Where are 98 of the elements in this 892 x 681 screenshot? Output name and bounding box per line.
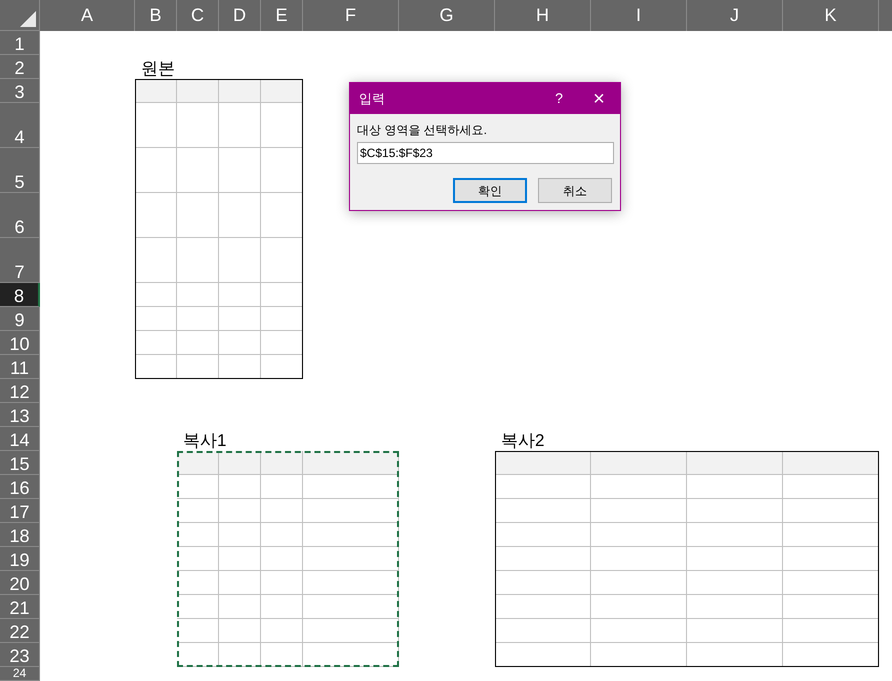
table-cell bbox=[219, 307, 261, 331]
table-cell bbox=[261, 523, 303, 547]
table-header-cell bbox=[177, 79, 219, 103]
row-header[interactable]: 12 bbox=[0, 379, 40, 403]
row-header[interactable]: 18 bbox=[0, 523, 40, 547]
table-cell bbox=[219, 103, 261, 148]
row-header[interactable]: 4 bbox=[0, 103, 40, 148]
table-header-cell bbox=[219, 79, 261, 103]
select-all-corner[interactable] bbox=[0, 0, 40, 31]
row-header[interactable]: 13 bbox=[0, 403, 40, 427]
row-header[interactable]: 6 bbox=[0, 193, 40, 238]
table-cell bbox=[219, 595, 261, 619]
table-header-cell bbox=[177, 451, 219, 475]
column-header[interactable]: C bbox=[177, 0, 219, 31]
range-input-field[interactable]: $C$15:$F$23 bbox=[357, 142, 614, 164]
table-cell bbox=[177, 475, 219, 499]
table-cell bbox=[177, 148, 219, 193]
row-header[interactable]: 16 bbox=[0, 475, 40, 499]
column-header[interactable]: E bbox=[261, 0, 303, 31]
table-cell bbox=[261, 595, 303, 619]
table-title: 복사2 bbox=[500, 431, 544, 451]
row-header[interactable]: 5 bbox=[0, 148, 40, 193]
column-header[interactable]: A bbox=[40, 0, 135, 31]
corner-triangle-icon bbox=[20, 11, 36, 27]
table-cell bbox=[135, 331, 177, 355]
table-cell bbox=[219, 571, 261, 595]
table-cell bbox=[135, 307, 177, 331]
table-cell bbox=[135, 148, 177, 193]
table-cell bbox=[177, 103, 219, 148]
table-cell bbox=[261, 547, 303, 571]
column-header[interactable]: G bbox=[399, 0, 495, 31]
table-cell bbox=[219, 499, 261, 523]
table-cell bbox=[219, 643, 261, 667]
table-cell bbox=[177, 307, 219, 331]
table-cell bbox=[177, 619, 219, 643]
row-header[interactable]: 24 bbox=[0, 667, 40, 681]
table-cell bbox=[135, 193, 177, 238]
table-cell bbox=[219, 283, 261, 307]
table-cell bbox=[177, 547, 219, 571]
row-header[interactable]: 2 bbox=[0, 55, 40, 79]
table-cell bbox=[177, 571, 219, 595]
dialog-button[interactable]: 확인 bbox=[453, 178, 527, 203]
dialog-title: 입력 bbox=[359, 90, 385, 108]
table-cell bbox=[135, 103, 177, 148]
table-cell bbox=[219, 523, 261, 547]
close-button[interactable]: × bbox=[584, 84, 614, 112]
table-cell bbox=[177, 283, 219, 307]
column-header[interactable]: J bbox=[687, 0, 783, 31]
column-header[interactable]: B bbox=[135, 0, 177, 31]
table-cell bbox=[219, 331, 261, 355]
row-header[interactable]: 14 bbox=[0, 427, 40, 451]
table-header-cell bbox=[219, 451, 261, 475]
table-header-cell bbox=[135, 79, 177, 103]
row-header[interactable]: 7 bbox=[0, 238, 40, 283]
table-header-cell bbox=[261, 451, 303, 475]
table-cell bbox=[177, 331, 219, 355]
table-cell bbox=[177, 193, 219, 238]
row-header[interactable]: 22 bbox=[0, 619, 40, 643]
table-cell bbox=[261, 475, 303, 499]
row-header[interactable]: 17 bbox=[0, 499, 40, 523]
table-cell bbox=[135, 283, 177, 307]
table-title: 복사1 bbox=[182, 431, 226, 451]
row-header[interactable]: 9 bbox=[0, 307, 40, 331]
table-header-cell bbox=[261, 79, 303, 103]
dialog-prompt: 대상 영역을 선택하세요. bbox=[357, 122, 488, 138]
column-header[interactable]: H bbox=[495, 0, 591, 31]
table-cell bbox=[219, 619, 261, 643]
table-cell bbox=[261, 619, 303, 643]
table-cell bbox=[261, 499, 303, 523]
table-cell bbox=[261, 571, 303, 595]
table-cell bbox=[177, 595, 219, 619]
help-button[interactable]: ? bbox=[544, 84, 574, 112]
table-cell bbox=[261, 643, 303, 667]
column-header[interactable]: K bbox=[783, 0, 879, 31]
row-header[interactable]: 23 bbox=[0, 643, 40, 667]
row-header[interactable]: 19 bbox=[0, 547, 40, 571]
table-title: 원본 bbox=[140, 59, 175, 79]
column-header[interactable]: D bbox=[219, 0, 261, 31]
table-cell bbox=[219, 148, 261, 193]
table-cell bbox=[219, 547, 261, 571]
table-cell bbox=[219, 193, 261, 238]
row-header[interactable]: 15 bbox=[0, 451, 40, 475]
row-header[interactable]: 8 bbox=[0, 283, 40, 307]
table-cell bbox=[135, 238, 177, 283]
dialog-button[interactable]: 취소 bbox=[538, 178, 612, 203]
table-cell bbox=[177, 238, 219, 283]
row-header[interactable]: 20 bbox=[0, 571, 40, 595]
table-cell bbox=[177, 499, 219, 523]
table-cell bbox=[177, 523, 219, 547]
row-header[interactable]: 3 bbox=[0, 79, 40, 103]
column-header[interactable]: F bbox=[303, 0, 399, 31]
row-header[interactable]: 1 bbox=[0, 31, 40, 55]
table-cell bbox=[219, 475, 261, 499]
row-header[interactable]: 11 bbox=[0, 355, 40, 379]
row-header[interactable]: 21 bbox=[0, 595, 40, 619]
column-header[interactable]: I bbox=[591, 0, 687, 31]
row-header[interactable]: 10 bbox=[0, 331, 40, 355]
table-cell bbox=[219, 238, 261, 283]
